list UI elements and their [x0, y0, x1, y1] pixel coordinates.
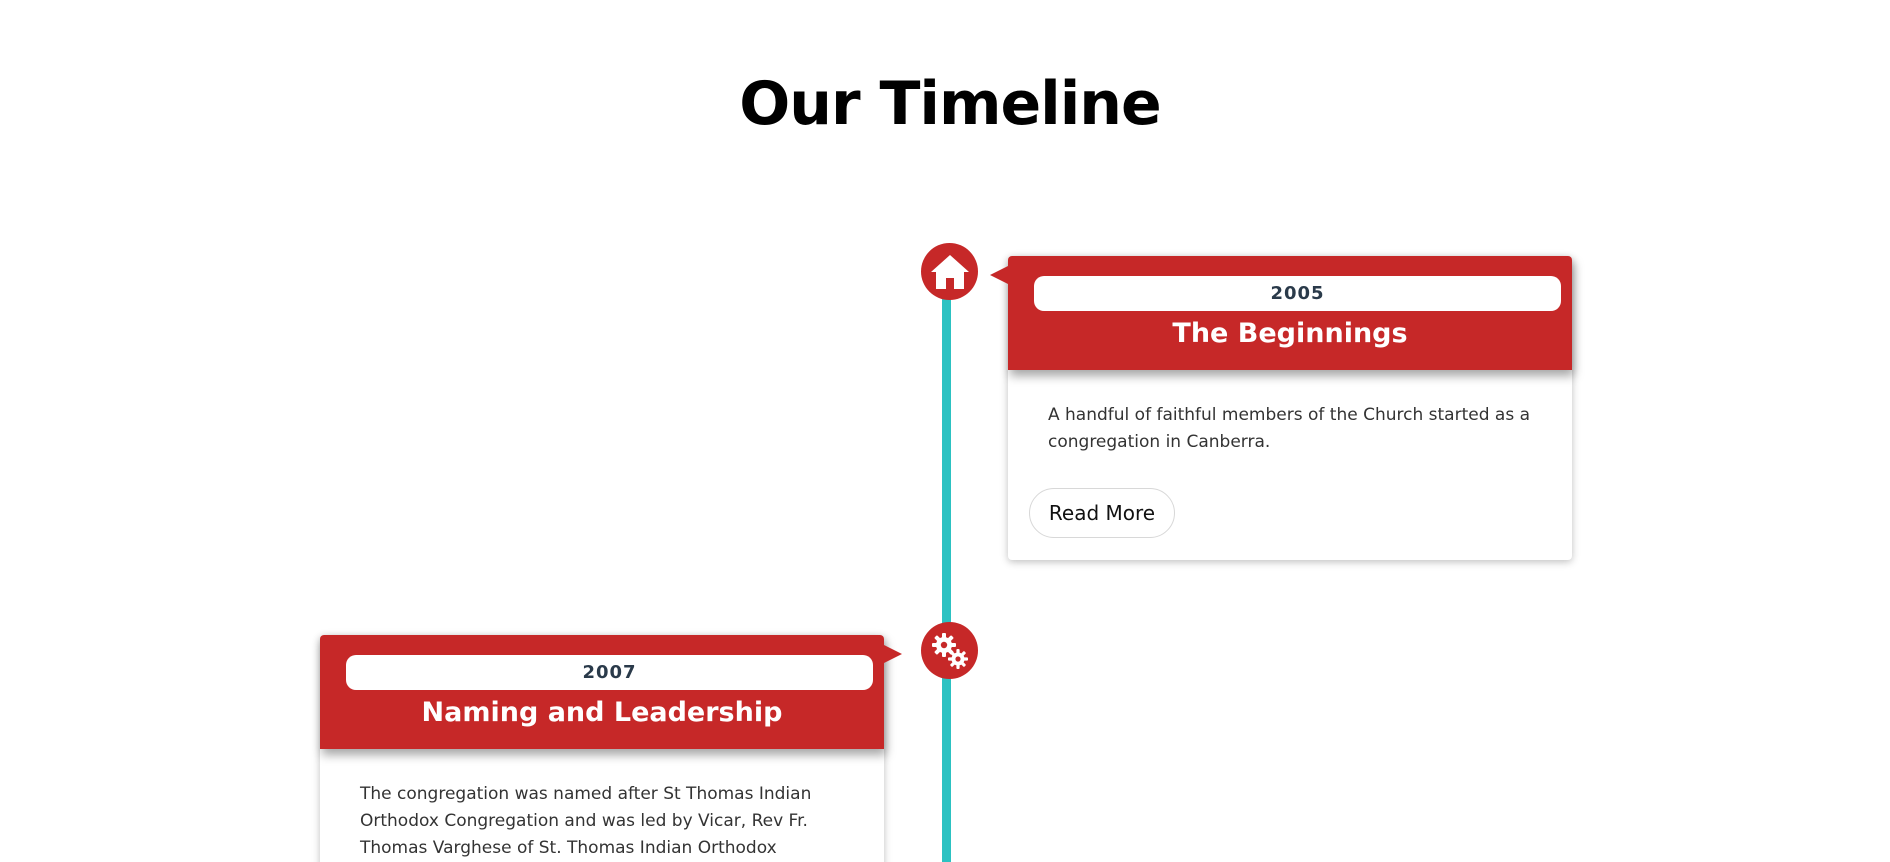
timeline-node-2005: [921, 243, 978, 300]
timeline-node-2007: [921, 622, 978, 679]
card-header: 2005 The Beginnings: [990, 256, 1572, 370]
timeline-page: Our Timeline 2005 The Beginnings A handf…: [0, 0, 1890, 862]
page-title: Our Timeline: [739, 69, 1161, 139]
gears-icon: [927, 628, 973, 674]
year-badge: 2007: [346, 655, 873, 690]
card-pointer: [884, 645, 902, 663]
timeline-card-2005: 2005 The Beginnings A handful of faithfu…: [990, 256, 1572, 560]
card-description: The congregation was named after St Thom…: [360, 784, 812, 858]
card-title: The Beginnings: [1172, 318, 1408, 349]
year-badge: 2005: [1034, 276, 1561, 311]
card-description: A handful of faithful members of the Chu…: [1048, 405, 1530, 452]
read-more-button[interactable]: Read More: [1029, 488, 1175, 538]
card-pointer: [990, 266, 1008, 284]
timeline-card-2007: 2007 Naming and Leadership The congregat…: [320, 635, 902, 862]
timeline-line: [942, 290, 951, 862]
home-icon: [928, 252, 972, 292]
card-header: 2007 Naming and Leadership: [320, 635, 902, 749]
card-title: Naming and Leadership: [421, 697, 783, 728]
